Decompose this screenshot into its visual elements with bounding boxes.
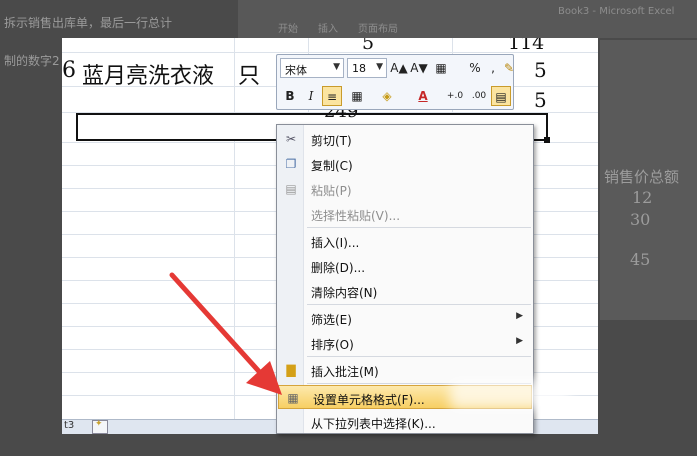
font-name-value: 宋体 bbox=[285, 64, 307, 77]
menu-item-pick-from-list[interactable]: 从下拉列表中选择(K)... bbox=[277, 410, 533, 434]
red-arrow-annotation bbox=[169, 272, 282, 395]
background-tab-insert: 插入 bbox=[318, 24, 338, 35]
sheet-tab[interactable]: t3 bbox=[64, 420, 74, 431]
font-color-button[interactable]: A bbox=[413, 86, 433, 106]
insert-sheet-icon[interactable]: ✦ bbox=[92, 419, 108, 434]
menu-item-filter[interactable]: 筛选(E) ▶ bbox=[277, 306, 533, 330]
cell-row2-number[interactable]: 6 bbox=[62, 58, 76, 83]
background-line-1: 拆示销售出库单，最后一行总计 bbox=[4, 16, 173, 30]
background-line-2: 制的数字2 bbox=[4, 54, 60, 68]
percent-button[interactable]: % bbox=[465, 58, 485, 78]
number-format-button[interactable]: ▦ bbox=[431, 58, 451, 78]
mini-format-toolbar: 宋体 ▼ 18 ▼ A▲ A▼ ▦ % , ✎ B I ≡ ▦ ◈ A +.0 … bbox=[276, 54, 514, 110]
background-excel-ribbon: 开始 插入 页面布局 Book3 - Microsoft Excel bbox=[238, 0, 697, 38]
chevron-down-icon: ▼ bbox=[333, 62, 340, 72]
menu-item-copy[interactable]: ❐ 复制(C) bbox=[277, 152, 533, 176]
background-tab-home: 开始 bbox=[278, 24, 298, 35]
menu-item-paste[interactable]: ▤ 粘贴(P) bbox=[277, 177, 533, 201]
font-size-value: 18 bbox=[352, 62, 366, 75]
paste-icon: ▤ bbox=[285, 182, 297, 196]
merge-center-button[interactable]: ▤ bbox=[491, 86, 511, 106]
italic-button[interactable]: I bbox=[301, 86, 321, 106]
font-name-combo[interactable]: 宋体 ▼ bbox=[280, 58, 344, 78]
increase-decimal-button[interactable]: +.0 bbox=[445, 86, 465, 106]
menu-item-paste-special[interactable]: 选择性粘贴(V)... bbox=[277, 202, 533, 226]
borders-button[interactable]: ▦ bbox=[347, 86, 367, 106]
menu-item-clear-contents[interactable]: 清除内容(N) bbox=[277, 279, 533, 303]
copy-icon: ❐ bbox=[285, 157, 297, 171]
cell-row2-price[interactable]: 5 bbox=[534, 58, 547, 82]
fill-handle[interactable] bbox=[544, 137, 550, 143]
font-size-combo[interactable]: 18 ▼ bbox=[347, 58, 387, 78]
submenu-arrow-icon: ▶ bbox=[516, 311, 523, 321]
grow-font-button[interactable]: A▲ bbox=[389, 58, 409, 78]
background-tab-layout: 页面布局 bbox=[358, 24, 398, 35]
background-value-2: 30 bbox=[630, 210, 651, 229]
fill-color-button[interactable]: ◈ bbox=[377, 86, 397, 106]
highlight-glow bbox=[450, 380, 570, 410]
menu-item-cut[interactable]: ✂ 剪切(T) bbox=[277, 127, 533, 151]
cell-row2-name[interactable]: 蓝月亮洗衣液 bbox=[82, 58, 214, 90]
cell-row3-price[interactable]: 5 bbox=[534, 88, 547, 112]
cell-row1-price[interactable]: 114 bbox=[508, 38, 544, 54]
background-window-title: Book3 - Microsoft Excel bbox=[558, 6, 675, 17]
format-painter-icon[interactable]: ✎ bbox=[499, 58, 519, 78]
bold-button[interactable]: B bbox=[280, 86, 300, 106]
menu-item-delete[interactable]: 删除(D)... bbox=[277, 254, 533, 278]
background-value-3: 45 bbox=[630, 250, 651, 269]
shrink-font-button[interactable]: A▼ bbox=[409, 58, 429, 78]
cell-row1-number[interactable]: 5 bbox=[362, 38, 374, 54]
background-value-1: 12 bbox=[632, 188, 653, 207]
align-center-button[interactable]: ≡ bbox=[322, 86, 342, 106]
cell-row2-unit[interactable]: 只 bbox=[238, 58, 260, 90]
submenu-arrow-icon: ▶ bbox=[516, 336, 523, 346]
chevron-down-icon: ▼ bbox=[376, 62, 383, 72]
background-header-cell: 销售价总额 bbox=[604, 168, 680, 186]
decrease-decimal-button[interactable]: .00 bbox=[469, 86, 489, 106]
background-excel-sheet: 销售价总额 12 30 45 bbox=[600, 40, 697, 320]
menu-item-insert[interactable]: 插入(I)... bbox=[277, 229, 533, 253]
menu-item-insert-comment[interactable]: ▇ 插入批注(M) bbox=[277, 358, 533, 382]
menu-item-sort[interactable]: 排序(O) ▶ bbox=[277, 331, 533, 355]
scissors-icon: ✂ bbox=[285, 132, 297, 146]
